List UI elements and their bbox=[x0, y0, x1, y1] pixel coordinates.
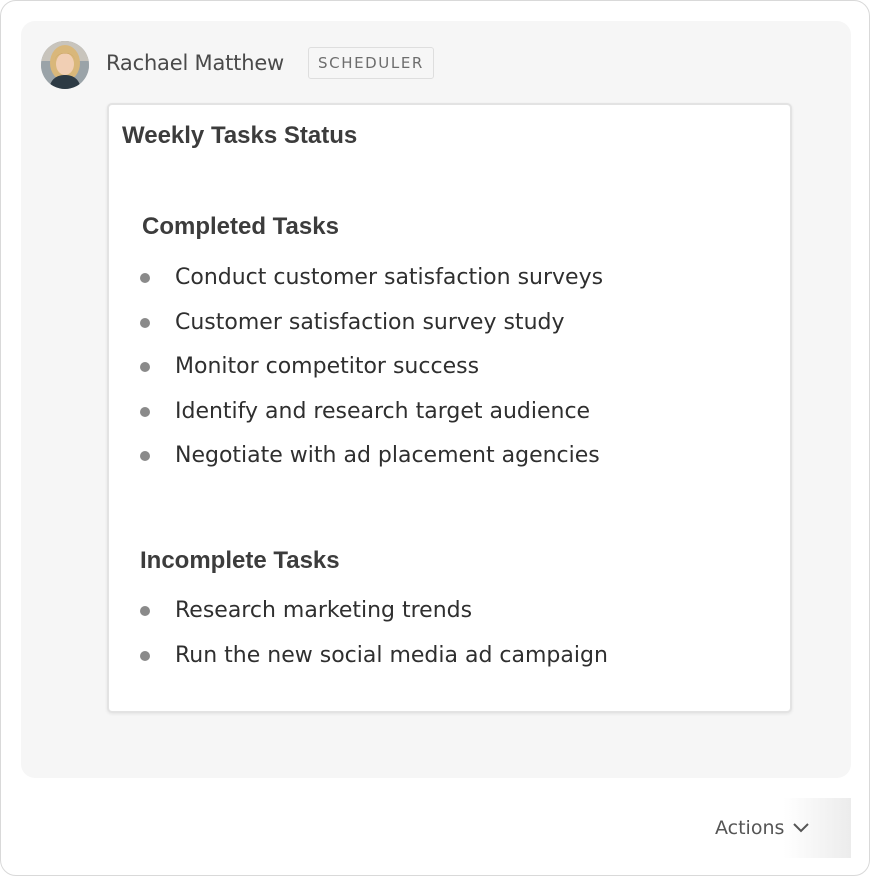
bullet-icon bbox=[140, 650, 150, 661]
completed-tasks-heading: Completed Tasks bbox=[142, 213, 339, 240]
list-item: Run the new social media ad campaign bbox=[109, 640, 608, 685]
author-name: Rachael Matthew bbox=[106, 51, 285, 75]
incomplete-tasks-heading: Incomplete Tasks bbox=[140, 547, 340, 574]
task-text: Conduct customer satisfaction surveys bbox=[175, 265, 604, 290]
task-text: Monitor competitor success bbox=[175, 354, 480, 379]
actions-button[interactable]: Actions bbox=[715, 809, 810, 847]
chevron-down-icon bbox=[793, 823, 810, 833]
message-card: Weekly Tasks Status Completed Tasks Cond… bbox=[107, 103, 792, 713]
incomplete-task-list: Research marketing trends Run the new so… bbox=[109, 595, 608, 684]
list-item: Identify and research target audience bbox=[109, 396, 603, 441]
list-item: Conduct customer satisfaction surveys bbox=[109, 262, 603, 307]
bullet-icon bbox=[140, 451, 150, 461]
avatar[interactable] bbox=[41, 41, 89, 89]
completed-task-list: Conduct customer satisfaction surveys Cu… bbox=[109, 262, 603, 485]
task-text: Research marketing trends bbox=[175, 598, 473, 623]
list-item: Monitor competitor success bbox=[109, 351, 603, 396]
role-badge: SCHEDULER bbox=[308, 47, 434, 79]
bullet-icon bbox=[140, 406, 150, 417]
card-title: Weekly Tasks Status bbox=[122, 122, 358, 149]
task-text: Identify and research target audience bbox=[175, 398, 591, 424]
task-text: Negotiate with ad placement agencies bbox=[175, 443, 600, 468]
list-item: Negotiate with ad placement agencies bbox=[109, 440, 603, 485]
bullet-icon bbox=[140, 362, 150, 372]
avatar-photo-icon bbox=[41, 41, 89, 89]
bullet-icon bbox=[140, 606, 150, 616]
task-text: Run the new social media ad campaign bbox=[175, 642, 608, 668]
bullet-icon bbox=[140, 317, 150, 328]
actions-label: Actions bbox=[715, 817, 785, 839]
task-text: Customer satisfaction survey study bbox=[175, 309, 565, 335]
message-container: Rachael Matthew SCHEDULER Weekly Tasks S… bbox=[0, 0, 870, 876]
list-item: Research marketing trends bbox=[109, 595, 608, 640]
bullet-icon bbox=[140, 273, 150, 283]
list-item: Customer satisfaction survey study bbox=[109, 307, 603, 352]
